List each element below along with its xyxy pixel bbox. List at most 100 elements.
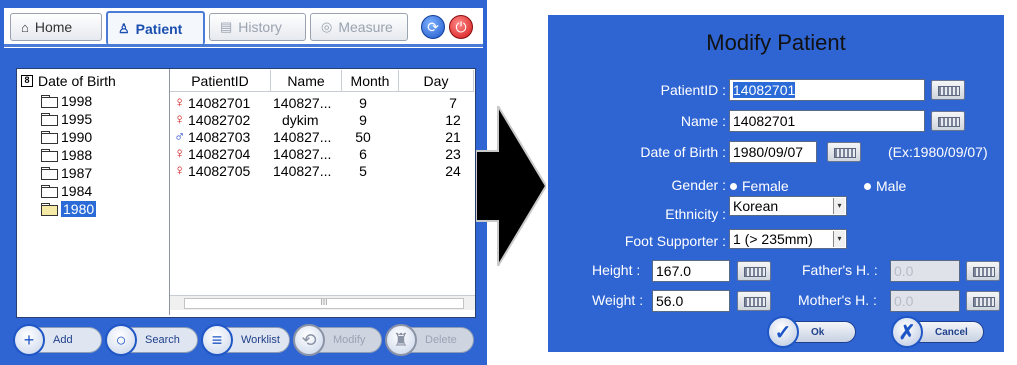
day-cell: 21 bbox=[445, 129, 461, 145]
dob-field[interactable]: 1980/09/07 bbox=[729, 141, 817, 163]
column-header-patientid[interactable]: PatientID bbox=[170, 70, 271, 92]
female-icon: ♀ bbox=[174, 162, 186, 179]
table-row[interactable]: ♀ 14082701 140827... 9 7 bbox=[170, 94, 475, 112]
patient-browser: 8 Date of Birth 1998 1995 1990 1988 1987… bbox=[16, 68, 476, 318]
refresh-icon: ⟳ bbox=[427, 18, 439, 35]
dropdown-arrow-icon: ▾ bbox=[833, 231, 845, 247]
tree-item-label: 1984 bbox=[61, 182, 93, 199]
keyboard-button-icon[interactable] bbox=[827, 142, 861, 162]
keyboard-button-icon[interactable] bbox=[737, 291, 771, 311]
mothers-height-field[interactable]: 0.0 bbox=[890, 290, 960, 312]
home-icon: ⌂ bbox=[21, 19, 29, 35]
name-cell: 140827... bbox=[273, 146, 332, 162]
folder-icon bbox=[41, 184, 58, 198]
keyboard-button-icon[interactable] bbox=[966, 291, 1000, 311]
table-row[interactable]: ♀ 14082705 140827... 5 24 bbox=[170, 162, 475, 180]
tree-item-1990[interactable]: 1990 bbox=[41, 128, 92, 145]
tree-item-label: 1998 bbox=[61, 92, 93, 109]
ok-button[interactable]: ✓ Ok bbox=[767, 316, 856, 348]
search-label: Search bbox=[145, 334, 180, 346]
keyboard-button-icon[interactable] bbox=[931, 80, 965, 100]
tab-measure[interactable]: ◎ Measure bbox=[310, 13, 408, 41]
ethnicity-select[interactable]: Korean ▾ bbox=[729, 196, 847, 216]
check-icon: ✓ bbox=[767, 316, 799, 348]
month-cell: 50 bbox=[355, 129, 371, 145]
female-icon: ♀ bbox=[174, 111, 186, 128]
tree-item-label: 1987 bbox=[61, 164, 93, 181]
expander-icon[interactable]: 8 bbox=[21, 75, 33, 87]
day-cell: 23 bbox=[445, 146, 461, 162]
patient-id-cell: 14082705 bbox=[188, 163, 251, 179]
female-icon: ♀ bbox=[174, 94, 186, 111]
refresh-button[interactable]: ⟳ bbox=[421, 15, 445, 39]
delete-button[interactable]: ♜ Delete bbox=[385, 324, 474, 356]
scrollbar-thumb[interactable]: III bbox=[184, 298, 464, 309]
patient-id-field[interactable]: 14082701 bbox=[729, 79, 925, 101]
tree-item-label: 1988 bbox=[61, 146, 93, 163]
keyboard-button-icon[interactable] bbox=[931, 111, 965, 131]
modify-button[interactable]: ⟲ Modify bbox=[293, 324, 382, 356]
foot-supporter-select[interactable]: 1 (> 235mm) ▾ bbox=[729, 229, 847, 249]
patient-id-cell: 14082704 bbox=[188, 146, 251, 162]
patient-id-cell: 14082701 bbox=[188, 95, 251, 111]
keyboard-button-icon[interactable] bbox=[737, 261, 771, 281]
tree-item-1987[interactable]: 1987 bbox=[41, 164, 92, 181]
weight-field[interactable]: 56.0 bbox=[652, 290, 730, 312]
tree-item-1984[interactable]: 1984 bbox=[41, 182, 92, 199]
gender-female-radio[interactable]: Female bbox=[730, 178, 789, 194]
patient-id-cell: 14082702 bbox=[188, 112, 251, 128]
table-row[interactable]: ♂ 14082703 140827... 50 21 bbox=[170, 128, 475, 146]
horizontal-scrollbar[interactable]: III bbox=[170, 295, 475, 310]
tab-history[interactable]: ▤ History bbox=[209, 13, 306, 41]
table-row[interactable]: ♀ 14082704 140827... 6 23 bbox=[170, 146, 475, 163]
gender-label: Gender : bbox=[671, 177, 726, 193]
history-icon: ▤ bbox=[220, 19, 233, 34]
add-button[interactable]: + Add bbox=[13, 324, 102, 356]
worklist-button[interactable]: ≡ Worklist bbox=[201, 324, 290, 356]
tab-patient[interactable]: ♙ Patient bbox=[106, 11, 205, 45]
tab-label: Patient bbox=[135, 21, 183, 37]
day-cell: 7 bbox=[449, 95, 457, 111]
tab-home[interactable]: ⌂ Home bbox=[10, 13, 102, 41]
radio-icon bbox=[864, 182, 871, 190]
gender-male-radio[interactable]: Male bbox=[864, 178, 906, 194]
foot-supporter-label: Foot Supporter : bbox=[624, 233, 726, 249]
tree-item-1988[interactable]: 1988 bbox=[41, 146, 92, 163]
height-field[interactable]: 167.0 bbox=[652, 260, 730, 282]
fathers-height-field[interactable]: 0.0 bbox=[890, 260, 960, 282]
tree-item-1980[interactable]: 1980 bbox=[41, 200, 97, 217]
patient-id-value: 14082701 bbox=[733, 82, 796, 98]
worklist-icon: ≡ bbox=[201, 324, 233, 356]
modify-patient-dialog: Modify Patient PatientID : 14082701 Name… bbox=[548, 15, 1004, 352]
tree-root[interactable]: 8 Date of Birth bbox=[21, 73, 116, 89]
table-row[interactable]: ♀ 14082702 dykim 9 12 bbox=[170, 111, 475, 129]
modify-icon: ⟲ bbox=[293, 324, 325, 356]
dialog-title: Modify Patient bbox=[706, 30, 846, 55]
cancel-button[interactable]: ✗ Cancel bbox=[891, 316, 984, 348]
power-button[interactable]: ⏻ bbox=[449, 15, 473, 39]
column-header-month[interactable]: Month bbox=[342, 70, 399, 92]
tree-item-1998[interactable]: 1998 bbox=[41, 92, 92, 109]
folder-icon bbox=[41, 166, 58, 180]
name-cell: dykim bbox=[282, 112, 319, 128]
tree-item-label: 1980 bbox=[61, 200, 97, 217]
male-icon: ♂ bbox=[174, 128, 186, 145]
radio-label: Male bbox=[876, 178, 907, 194]
month-cell: 6 bbox=[359, 146, 367, 162]
weight-label: Weight : bbox=[592, 292, 644, 308]
search-button[interactable]: ○ Search bbox=[105, 324, 198, 356]
column-header-day[interactable]: Day bbox=[399, 70, 474, 92]
folder-icon bbox=[41, 148, 58, 162]
add-icon: + bbox=[13, 324, 45, 356]
tab-label: History bbox=[238, 19, 282, 35]
keyboard-button-icon[interactable] bbox=[966, 261, 1000, 281]
tree-item-1995[interactable]: 1995 bbox=[41, 110, 92, 127]
ethnicity-label: Ethnicity : bbox=[665, 206, 726, 222]
patient-id-label: PatientID : bbox=[660, 82, 726, 98]
column-header-name[interactable]: Name bbox=[271, 70, 342, 92]
name-field[interactable]: 14082701 bbox=[729, 110, 925, 132]
folder-icon bbox=[41, 112, 58, 126]
search-icon: ○ bbox=[105, 324, 137, 356]
patient-id-cell: 14082703 bbox=[188, 129, 251, 145]
mothers-height-label: Mother's H. : bbox=[798, 292, 877, 308]
